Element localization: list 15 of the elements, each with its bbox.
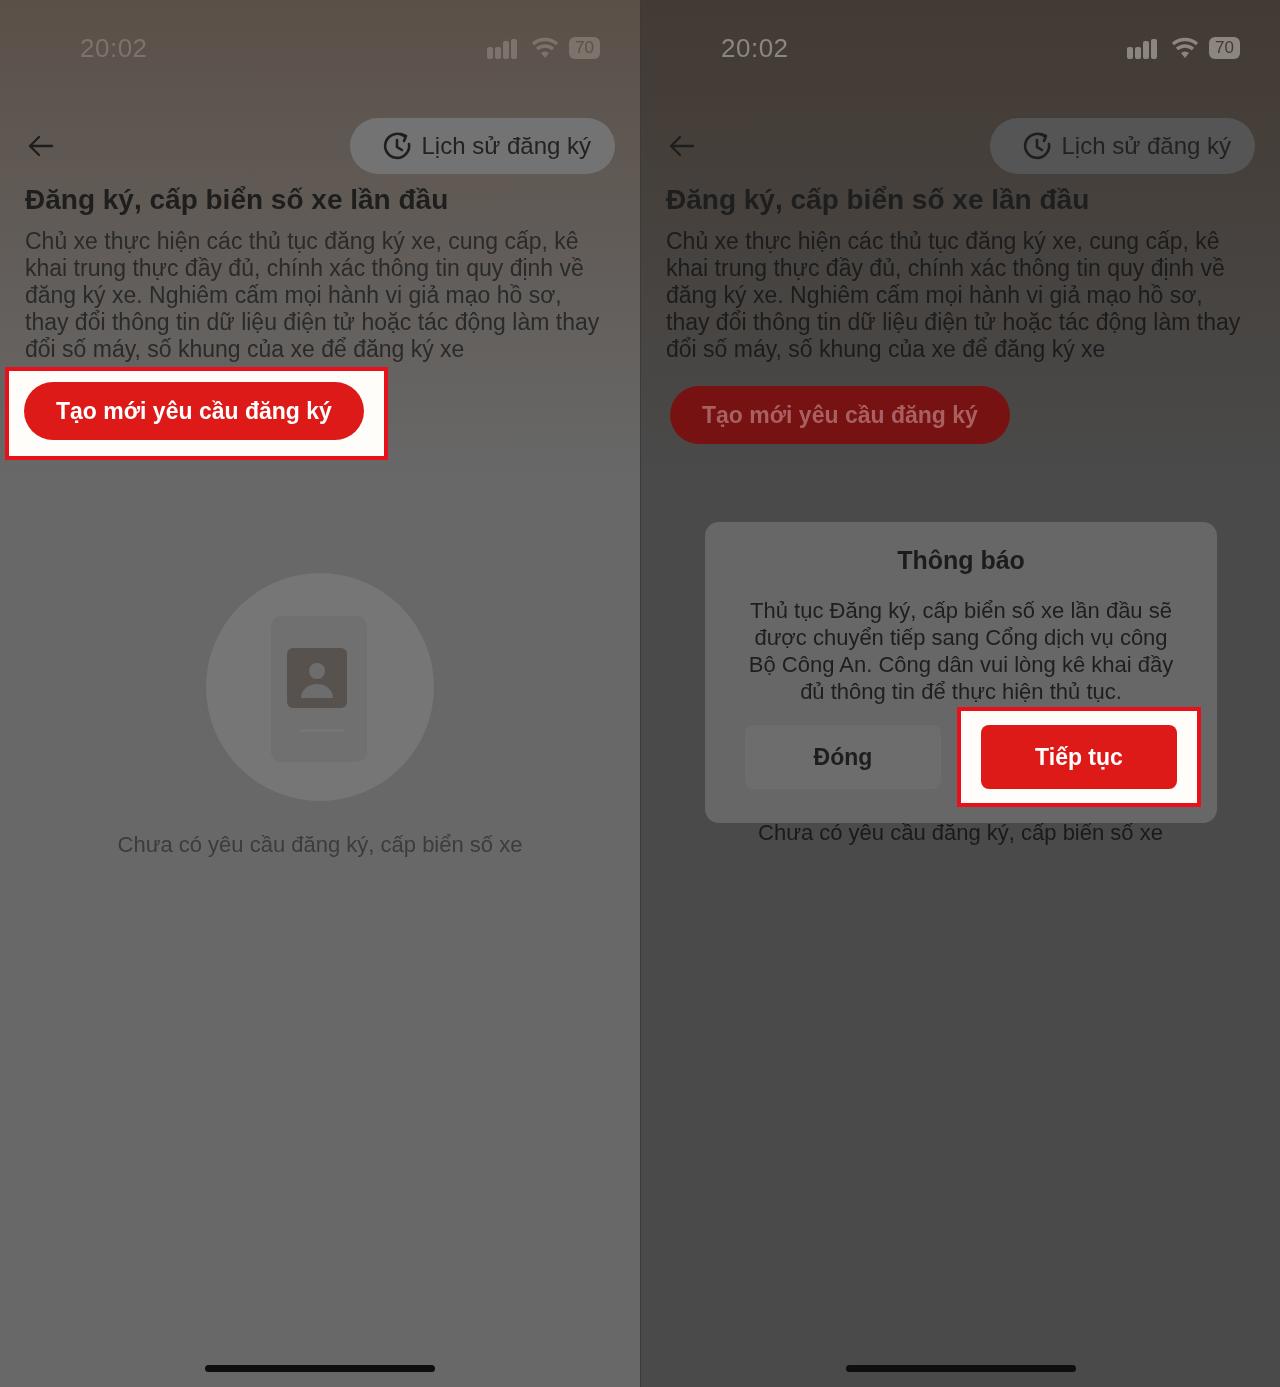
page-title: Đăng ký, cấp biển số xe lần đầu xyxy=(25,184,449,216)
battery-level: 70 xyxy=(1209,37,1240,59)
back-arrow-icon[interactable] xyxy=(28,135,54,157)
continue-button[interactable]: Tiếp tục xyxy=(981,725,1177,789)
wifi-icon xyxy=(1171,37,1200,59)
status-time: 20:02 xyxy=(721,32,789,64)
back-arrow-icon[interactable] xyxy=(669,135,695,157)
wifi-icon xyxy=(531,37,560,59)
create-request-button[interactable]: Tạo mới yêu cầu đăng ký xyxy=(670,386,1010,444)
history-button[interactable]: Lịch sử đăng ký xyxy=(349,118,615,174)
description-text: Chủ xe thực hiện các thủ tục đăng ký xe, cung cấp, kê khai trung thực đầy đủ, chính xác thông tin quy định về đăng ký xe. Nghiêm cấm mọi hành vi giả mạo hồ sơ, thay đổi thông tin dữ liệu điện tử hoặc tác động làm thay đổi số máy, số khung của xe để đăng ký xe xyxy=(25,228,601,363)
dialog-title: Thông báo xyxy=(897,546,1025,575)
create-request-button[interactable]: Tạo mới yêu cầu đăng ký xyxy=(24,382,364,440)
dialog-message: Thủ tục Đăng ký, cấp biển số xe lần đầu sẽ được chuyển tiếp sang Cổng dịch vụ công Bộ Công An. Công dân vui lòng kê khai đầy đủ thông tin để thực hiện thủ tục. xyxy=(747,597,1175,705)
close-button[interactable]: Đóng xyxy=(745,725,941,789)
